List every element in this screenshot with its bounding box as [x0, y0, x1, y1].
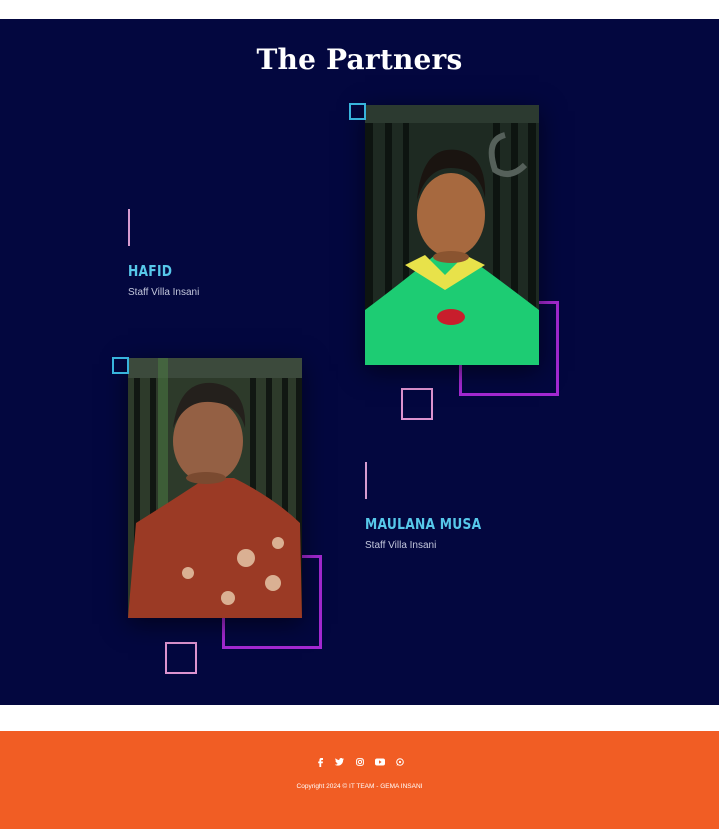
- footer: Copyright 2024 © IT TEAM - GEMA INSANI: [0, 731, 719, 829]
- partner-role: Staff Villa Insani: [128, 287, 200, 298]
- section-title: The Partners: [256, 43, 463, 76]
- partner-role: Staff Villa Insani: [365, 540, 437, 551]
- copyright-text: Copyright 2024 © IT TEAM - GEMA INSANI: [296, 783, 423, 790]
- partner-name: MAULANA MUSA: [365, 515, 482, 533]
- twitter-icon[interactable]: [335, 757, 345, 767]
- partner-photo: [128, 358, 302, 618]
- social-links: [0, 757, 719, 767]
- decor-square: [165, 642, 197, 674]
- decor-corner-square: [349, 103, 366, 120]
- accent-line: [365, 462, 367, 499]
- decor-corner-square: [112, 357, 129, 374]
- youtube-icon[interactable]: [374, 757, 385, 767]
- partners-section: The Partners HAFID Staff Villa Insani MA…: [0, 19, 719, 705]
- facebook-icon[interactable]: [315, 757, 325, 767]
- accent-line: [128, 209, 130, 246]
- partner-name: HAFID: [128, 262, 173, 280]
- partner-photo: [365, 105, 539, 365]
- decor-square: [401, 388, 433, 420]
- whatsapp-icon[interactable]: [395, 757, 405, 767]
- instagram-icon[interactable]: [355, 757, 365, 767]
